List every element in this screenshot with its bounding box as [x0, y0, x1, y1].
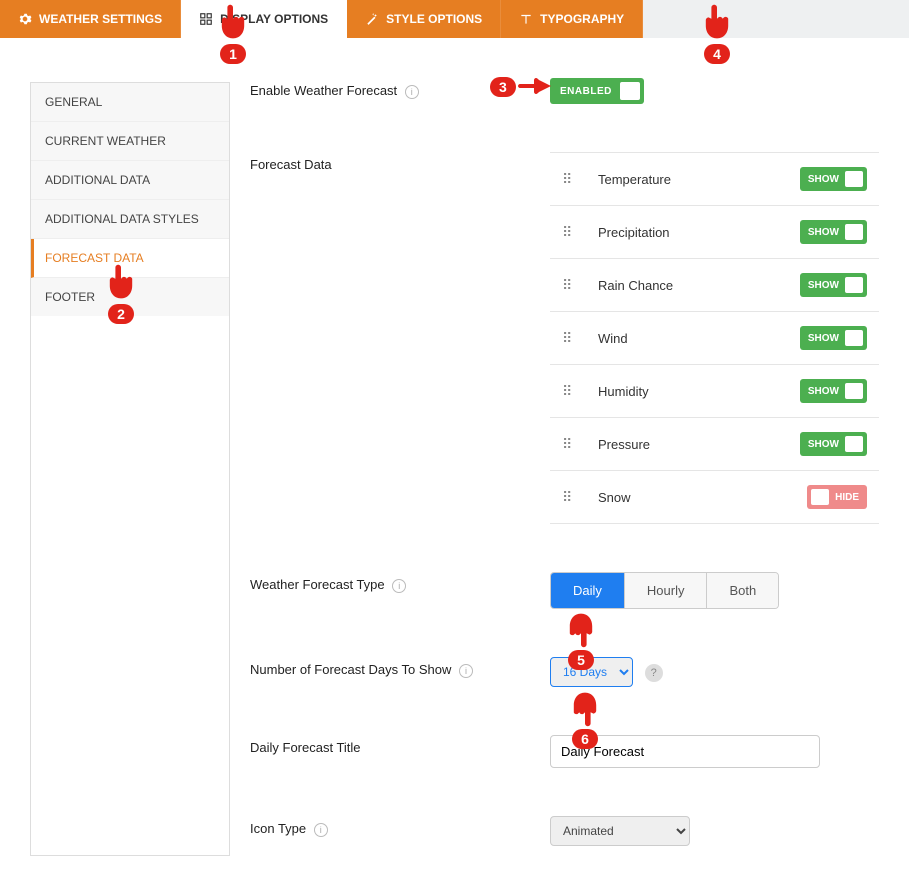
drag-handle-icon[interactable]: ⠿: [562, 224, 586, 241]
sidebar-item-additional-data-styles[interactable]: ADDITIONAL DATA STYLES: [31, 200, 229, 239]
data-item-label: Snow: [586, 490, 807, 505]
toggle-rain-chance[interactable]: SHOW: [800, 273, 867, 297]
tab-label: DISPLAY OPTIONS: [220, 12, 328, 26]
drag-handle-icon[interactable]: ⠿: [562, 383, 586, 400]
drag-handle-icon[interactable]: ⠿: [562, 171, 586, 188]
sidebar-item-footer[interactable]: FOOTER: [31, 278, 229, 316]
forecast-data-list: ⠿TemperatureSHOW⠿PrecipitationSHOW⠿Rain …: [550, 152, 879, 524]
drag-handle-icon[interactable]: ⠿: [562, 277, 586, 294]
data-item-label: Temperature: [586, 172, 800, 187]
tab-weather-settings[interactable]: WEATHER SETTINGS: [0, 0, 181, 38]
data-item-label: Wind: [586, 331, 800, 346]
data-row-temperature: ⠿TemperatureSHOW: [550, 153, 879, 206]
tab-label: WEATHER SETTINGS: [39, 12, 162, 26]
toggle-snow[interactable]: HIDE: [807, 485, 867, 509]
type-icon: [519, 12, 533, 26]
tab-label: TYPOGRAPHY: [540, 12, 624, 26]
toggle-wind[interactable]: SHOW: [800, 326, 867, 350]
daily-title-label: Daily Forecast Title: [250, 740, 361, 755]
data-row-rain-chance: ⠿Rain ChanceSHOW: [550, 259, 879, 312]
sidebar-item-general[interactable]: GENERAL: [31, 83, 229, 122]
sidebar-item-additional-data[interactable]: ADDITIONAL DATA: [31, 161, 229, 200]
icon-type-label: Icon Type: [250, 821, 306, 836]
data-row-precipitation: ⠿PrecipitationSHOW: [550, 206, 879, 259]
content-panel: 1 4 Enable Weather Forecast i 3 ENABLED: [230, 38, 909, 856]
data-row-wind: ⠿WindSHOW: [550, 312, 879, 365]
daily-title-input[interactable]: [550, 735, 820, 768]
info-icon: i: [392, 579, 406, 593]
icon-type-select[interactable]: Animated: [550, 816, 690, 846]
sidebar-item-forecast-data[interactable]: FORECAST DATA: [31, 239, 229, 278]
drag-handle-icon[interactable]: ⠿: [562, 489, 586, 506]
data-row-snow: ⠿SnowHIDE: [550, 471, 879, 524]
toggle-temperature[interactable]: SHOW: [800, 167, 867, 191]
toggle-label: ENABLED: [560, 86, 612, 97]
forecast-type-hourly[interactable]: Hourly: [625, 573, 708, 608]
tab-style-options[interactable]: STYLE OPTIONS: [347, 0, 501, 38]
toggle-humidity[interactable]: SHOW: [800, 379, 867, 403]
wand-icon: [365, 12, 379, 26]
tab-typography[interactable]: TYPOGRAPHY: [501, 0, 643, 38]
drag-handle-icon[interactable]: ⠿: [562, 330, 586, 347]
data-item-label: Rain Chance: [586, 278, 800, 293]
forecast-type-daily[interactable]: Daily: [551, 573, 625, 608]
drag-handle-icon[interactable]: ⠿: [562, 436, 586, 453]
sidebar-item-current-weather[interactable]: CURRENT WEATHER: [31, 122, 229, 161]
tab-label: STYLE OPTIONS: [386, 12, 482, 26]
toggle-precipitation[interactable]: SHOW: [800, 220, 867, 244]
gear-icon: [18, 12, 32, 26]
data-item-label: Precipitation: [586, 225, 800, 240]
toggle-pressure[interactable]: SHOW: [800, 432, 867, 456]
enable-forecast-label: Enable Weather Forecast: [250, 83, 397, 98]
top-tabs: WEATHER SETTINGS DISPLAY OPTIONS STYLE OPT…: [0, 0, 909, 38]
data-item-label: Pressure: [586, 437, 800, 452]
forecast-type-both[interactable]: Both: [707, 573, 778, 608]
tab-display-options[interactable]: DISPLAY OPTIONS: [181, 0, 347, 38]
help-icon: ?: [645, 664, 663, 682]
data-row-pressure: ⠿PressureSHOW: [550, 418, 879, 471]
days-select[interactable]: 16 Days: [550, 657, 633, 687]
sidebar: GENERALCURRENT WEATHERADDITIONAL DATAADD…: [30, 82, 230, 856]
forecast-type-group: DailyHourlyBoth: [550, 572, 779, 609]
grid-icon: [199, 12, 213, 26]
forecast-type-label: Weather Forecast Type: [250, 577, 385, 592]
info-icon: i: [405, 85, 419, 99]
pointer-1-badge: 1: [220, 44, 246, 64]
data-item-label: Humidity: [586, 384, 800, 399]
pointer-4-badge: 4: [704, 44, 730, 64]
data-row-humidity: ⠿HumiditySHOW: [550, 365, 879, 418]
enable-forecast-toggle[interactable]: ENABLED: [550, 78, 644, 104]
days-label: Number of Forecast Days To Show: [250, 662, 451, 677]
info-icon: i: [459, 664, 473, 678]
forecast-data-label: Forecast Data: [250, 157, 332, 172]
